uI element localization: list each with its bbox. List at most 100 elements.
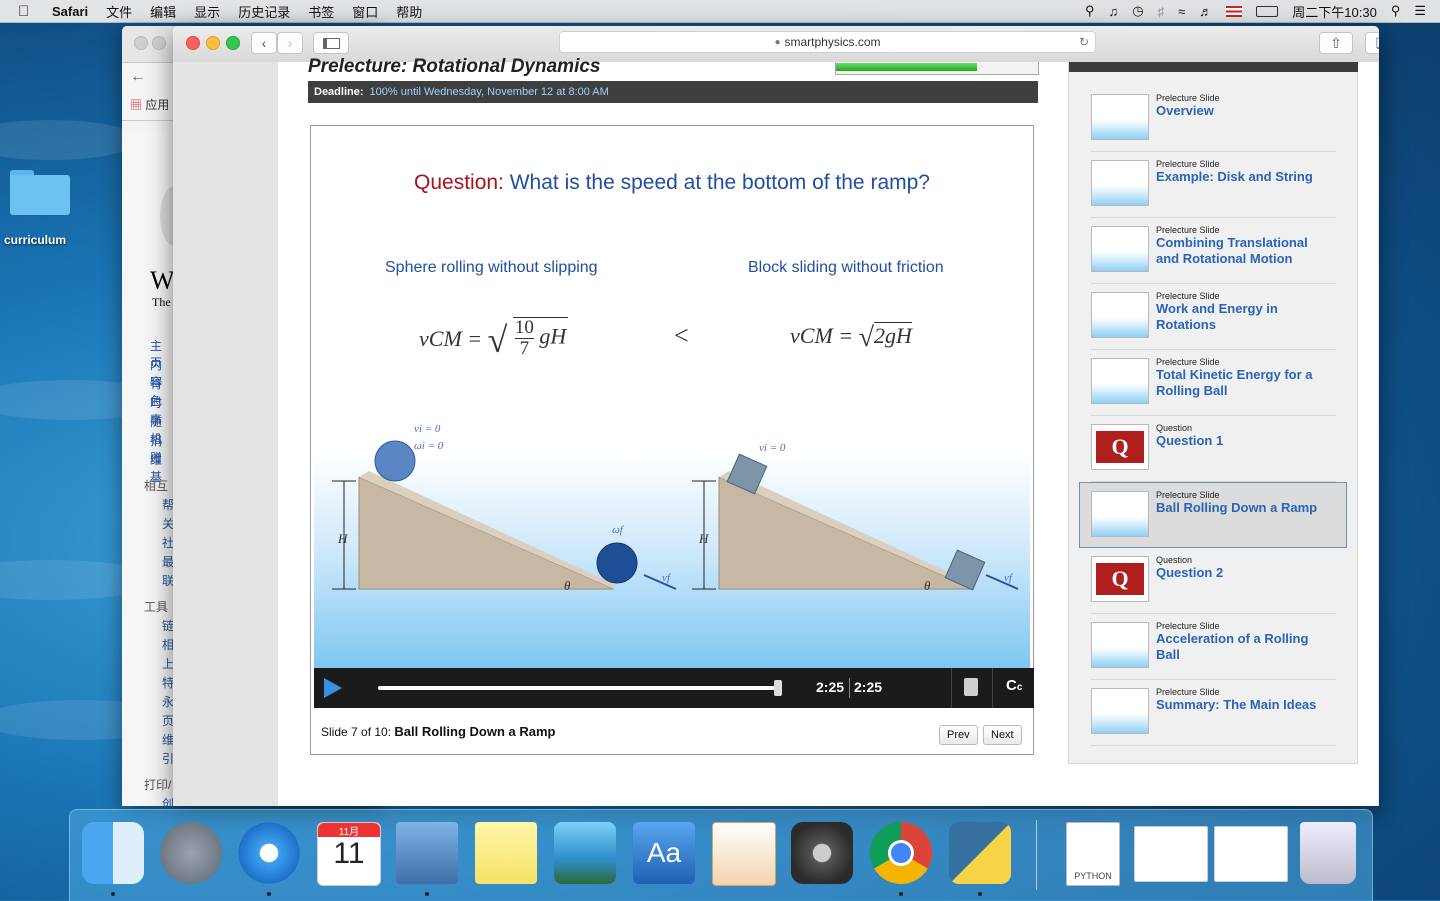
python-document-icon[interactable]: PYTHON xyxy=(1066,822,1120,886)
seek-handle[interactable] xyxy=(774,680,782,696)
lecture-page: Prelecture: Rotational Dynamics Deadline… xyxy=(278,56,1378,806)
bluetooth-icon[interactable]: ♯ xyxy=(1158,4,1165,19)
menu-bookmarks[interactable]: 书签 xyxy=(308,2,334,21)
slide-list-item[interactable]: Prelecture Slide Acceleration of a Rollin… xyxy=(1091,614,1336,680)
sidebar-toggle-button[interactable] xyxy=(313,32,349,54)
apps-bookmark[interactable]: ▦ 应用 xyxy=(130,96,169,113)
closed-captions-label: C xyxy=(1006,677,1017,694)
chevron-left-icon: ‹ xyxy=(261,35,267,51)
control-divider xyxy=(951,668,952,708)
sphere-top xyxy=(374,440,416,482)
height-label-left: H xyxy=(337,531,348,546)
seek-bar[interactable] xyxy=(378,686,778,690)
minimize-window-icon[interactable] xyxy=(206,36,220,50)
slide-list-item[interactable]: Q Question Question 1 xyxy=(1091,416,1336,482)
sqrt-sign-icon: √ xyxy=(487,320,508,360)
launchpad-icon[interactable] xyxy=(160,822,222,884)
transcript-icon[interactable] xyxy=(964,678,978,696)
right-formula-lhs: vCM = xyxy=(790,323,854,348)
question-text: What is the speed at the bottom of the r… xyxy=(509,171,930,194)
menu-view[interactable]: 显示 xyxy=(194,2,220,21)
zoom-window-icon[interactable] xyxy=(226,36,240,50)
volume-icon[interactable]: ♬ xyxy=(1199,4,1212,19)
vf-label-left: vf xyxy=(662,572,672,584)
folder-icon[interactable] xyxy=(10,170,70,216)
slide-thumbnail xyxy=(1091,491,1149,537)
spotlight-icon[interactable]: ⚲ xyxy=(1391,3,1401,19)
slide-list-item-title: Ball Rolling Down a Ramp xyxy=(1156,500,1318,515)
slide-list-item[interactable]: Prelecture Slide Work and Energy in Rotat… xyxy=(1091,284,1336,350)
python-launcher-icon[interactable] xyxy=(949,822,1011,884)
screenshot-thumbnail-icon[interactable] xyxy=(1134,826,1208,882)
apple-menu-icon[interactable]:  xyxy=(18,3,36,20)
slide-list-item[interactable]: Q Question Question 2 xyxy=(1091,548,1336,614)
notes-icon[interactable] xyxy=(475,822,537,884)
slide-list-item[interactable]: Prelecture Slide Combining Translational … xyxy=(1091,218,1336,284)
question-label: Question: xyxy=(414,171,504,194)
system-preferences-icon[interactable] xyxy=(791,822,853,884)
pages-icon[interactable] xyxy=(712,822,776,886)
slide-content[interactable]: Question: What is the speed at the botto… xyxy=(314,129,1030,669)
running-indicator xyxy=(978,892,982,896)
slide-list-item[interactable]: Prelecture Slide Overview xyxy=(1091,86,1336,152)
dictionary-icon[interactable]: Aa xyxy=(633,822,695,884)
finder-icon[interactable] xyxy=(82,822,144,884)
iphoto-icon[interactable] xyxy=(554,822,616,884)
calendar-icon[interactable]: 11月 11 xyxy=(317,822,381,886)
safari-icon[interactable] xyxy=(238,822,300,884)
slide-list-item[interactable]: Prelecture Slide Example: Disk and String xyxy=(1091,152,1336,218)
reload-icon[interactable]: ↻ xyxy=(1079,35,1089,49)
close-window-icon[interactable] xyxy=(186,36,200,50)
closed-captions-icon[interactable]: Cc xyxy=(1006,677,1022,694)
flag-input-icon[interactable] xyxy=(1226,5,1243,17)
chrome-icon[interactable] xyxy=(870,822,932,884)
back-arrow-icon[interactable]: ← xyxy=(130,68,146,86)
time-machine-icon[interactable]: ◷ xyxy=(1132,3,1143,19)
trash-icon[interactable] xyxy=(1300,822,1356,884)
screenshot-thumbnail-icon[interactable] xyxy=(1214,826,1288,882)
slide-viewer: Question: What is the speed at the botto… xyxy=(310,125,1034,755)
battery-icon[interactable] xyxy=(1256,5,1279,17)
lecture-title: Prelecture: Rotational Dynamics xyxy=(308,56,601,77)
slide-list-item[interactable]: Prelecture Slide Total Kinetic Energy for… xyxy=(1091,350,1336,416)
safari-window: ‹ › ● smartphysics.com ↻ ⇧ ❏ Prelecture:… xyxy=(173,26,1379,806)
next-button[interactable]: Next xyxy=(983,725,1022,745)
lecture-progress-fill xyxy=(836,63,978,71)
menu-edit[interactable]: 编辑 xyxy=(150,2,176,21)
left-formula-denominator: 7 xyxy=(519,338,530,360)
velocity-arrow-right xyxy=(985,574,1019,590)
share-button[interactable]: ⇧ xyxy=(1319,32,1353,54)
slide-question: Question: What is the speed at the botto… xyxy=(314,171,1030,195)
slide-list-item[interactable]: Prelecture Slide Ball Rolling Down a Ramp xyxy=(1079,482,1347,548)
lecture-progress-bar xyxy=(835,62,1039,75)
notification-center-icon[interactable]: ☰ xyxy=(1414,3,1426,19)
spotlight-search-status-icon[interactable]: ⚲ xyxy=(1085,3,1095,19)
angle-label-right: θ xyxy=(924,578,931,593)
wifi-icon[interactable]: ≈ xyxy=(1178,4,1185,19)
folder-label[interactable]: curriculum xyxy=(4,233,66,247)
menu-file[interactable]: 文件 xyxy=(106,2,132,21)
document-label: PYTHON xyxy=(1074,871,1112,881)
address-bar[interactable]: ● smartphysics.com ↻ xyxy=(559,31,1096,53)
forward-button[interactable]: › xyxy=(277,32,303,54)
slide-list-item-title: Question 2 xyxy=(1156,565,1224,580)
mail-icon[interactable] xyxy=(396,822,458,884)
play-icon[interactable] xyxy=(324,678,342,698)
menu-window[interactable]: 窗口 xyxy=(352,2,378,21)
running-indicator xyxy=(111,892,115,896)
notification-bell-icon[interactable]: ♫ xyxy=(1109,4,1119,19)
slide-list-item-type: Prelecture Slide xyxy=(1156,357,1220,367)
prev-button[interactable]: Prev xyxy=(939,725,978,745)
tabs-overview-button[interactable]: ❏ xyxy=(1365,32,1379,54)
slide-list-item-type: Prelecture Slide xyxy=(1156,225,1220,235)
velocity-arrow-left xyxy=(643,574,677,590)
back-button[interactable]: ‹ xyxy=(251,32,277,54)
menu-history[interactable]: 历史记录 xyxy=(238,2,290,21)
menubar-clock[interactable]: 周二下午10:30 xyxy=(1292,2,1377,21)
chevron-right-icon: › xyxy=(287,35,293,51)
menu-help[interactable]: 帮助 xyxy=(396,2,422,21)
question-thumbnail-letter: Q xyxy=(1096,431,1144,463)
slide-list-item[interactable]: Prelecture Slide Summary: The Main Ideas xyxy=(1091,680,1336,746)
question-thumbnail: Q xyxy=(1091,424,1149,470)
menu-app-name[interactable]: Safari xyxy=(52,4,88,19)
